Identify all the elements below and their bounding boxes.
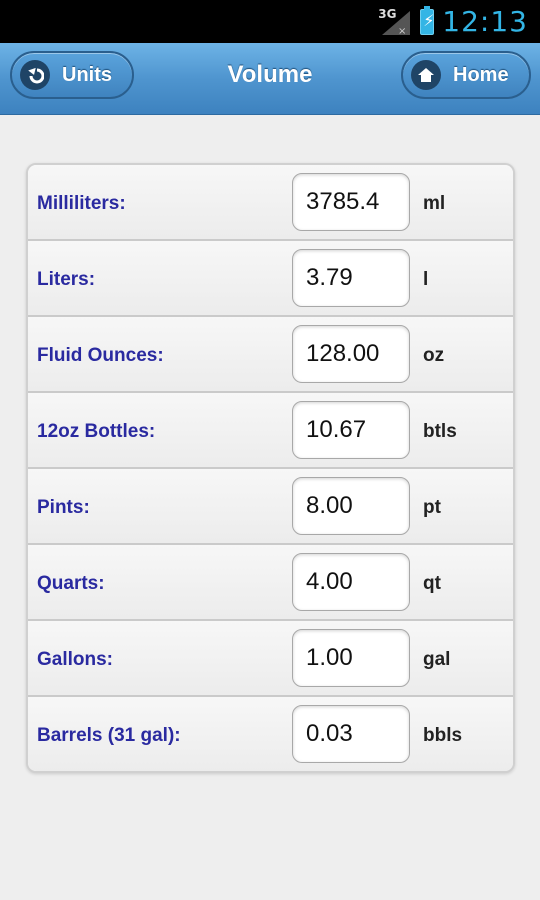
home-button-label: Home	[453, 63, 509, 86]
battery-icon: ⚡	[420, 5, 435, 35]
liters-input[interactable]	[292, 249, 410, 307]
home-icon	[411, 60, 441, 90]
row-unit: ml	[423, 193, 446, 214]
row-unit: btls	[423, 421, 457, 442]
conversion-row-pints: Pints: pt	[28, 469, 513, 545]
conversion-row-bottles: 12oz Bottles: btls	[28, 393, 513, 469]
row-label: Liters:	[37, 269, 96, 290]
conversion-list: Milliliters: ml Liters: l Fluid Ounces: …	[26, 163, 515, 773]
svg-text:×: ×	[398, 26, 406, 37]
row-label: Quarts:	[37, 573, 105, 594]
row-unit: gal	[423, 649, 451, 670]
conversion-row-liters: Liters: l	[28, 241, 513, 317]
row-label: 12oz Bottles:	[37, 421, 156, 442]
row-unit: qt	[423, 573, 441, 594]
conversion-row-quarts: Quarts: qt	[28, 545, 513, 621]
row-label: Fluid Ounces:	[37, 345, 164, 366]
row-unit: bbls	[423, 725, 463, 746]
row-unit: oz	[423, 345, 445, 366]
conversion-row-gallons: Gallons: gal	[28, 621, 513, 697]
quarts-input[interactable]	[292, 553, 410, 611]
row-unit: pt	[423, 497, 441, 518]
row-label: Gallons:	[37, 649, 114, 670]
header-bar: Units Volume Home	[0, 43, 540, 115]
fluid-ounces-input[interactable]	[292, 325, 410, 383]
conversion-row-barrels: Barrels (31 gal): bbls	[28, 697, 513, 771]
signal-icon: 3G ×	[376, 7, 412, 37]
bottles-input[interactable]	[292, 401, 410, 459]
conversion-row-milliliters: Milliliters: ml	[28, 165, 513, 241]
status-bar: 3G × ⚡ 12:13	[0, 0, 540, 43]
conversion-row-fluid-ounces: Fluid Ounces: oz	[28, 317, 513, 393]
clock: 12:13	[442, 5, 528, 38]
pints-input[interactable]	[292, 477, 410, 535]
milliliters-input[interactable]	[292, 173, 410, 231]
home-button[interactable]: Home	[401, 51, 531, 99]
row-label: Barrels (31 gal):	[37, 725, 181, 746]
barrels-input[interactable]	[292, 705, 410, 763]
row-label: Milliliters:	[37, 193, 126, 214]
row-unit: l	[423, 269, 429, 290]
row-label: Pints:	[37, 497, 90, 518]
gallons-input[interactable]	[292, 629, 410, 687]
